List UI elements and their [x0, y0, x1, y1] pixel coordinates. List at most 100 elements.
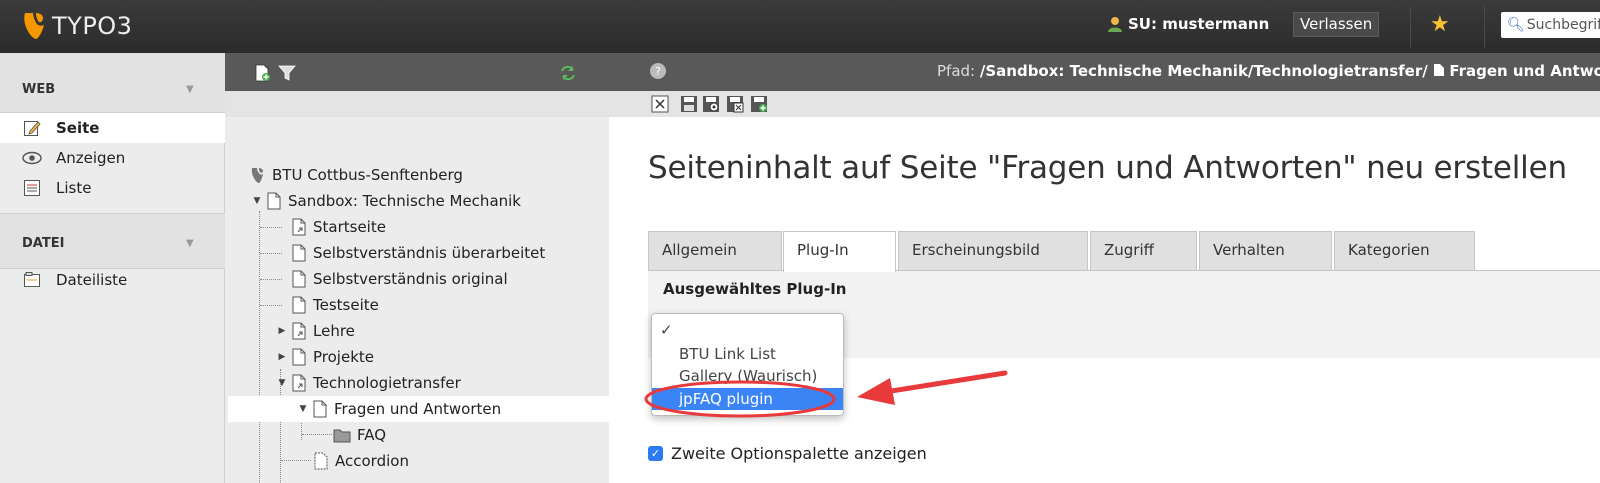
- save-close-icon[interactable]: [726, 95, 744, 113]
- module-item-label: Dateiliste: [56, 271, 128, 289]
- tree-node-label: Sandbox: Technische Mechanik: [288, 192, 521, 210]
- typo3-site-icon: [251, 168, 263, 183]
- dropdown-option[interactable]: Gallery (Waurisch): [652, 365, 843, 387]
- expand-arrow-icon[interactable]: ▼: [298, 404, 308, 414]
- new-page-icon[interactable]: [253, 64, 271, 82]
- filelist-icon: [22, 271, 42, 289]
- dropdown-option-highlighted[interactable]: jpFAQ plugin: [652, 388, 843, 410]
- tab-plug-in[interactable]: Plug-In: [783, 231, 896, 272]
- tree-node-label: Accordion: [335, 452, 409, 470]
- tree-guide-line: [301, 420, 302, 440]
- shortcut-page-icon: [292, 322, 306, 340]
- save-icon[interactable]: [680, 95, 698, 113]
- plugin-select-dropdown[interactable]: ✓ BTU Link List Gallery (Waurisch) jpFAQ…: [651, 313, 844, 416]
- page-tree-toolbar: [225, 53, 609, 91]
- tree-node[interactable]: Startseite: [291, 214, 386, 240]
- tree-guide-line: [259, 211, 260, 483]
- leave-button[interactable]: Verlassen: [1293, 12, 1380, 37]
- expand-arrow-icon[interactable]: ▼: [252, 196, 262, 206]
- page-edit-icon: [22, 119, 42, 137]
- breadcrumb: Pfad: /Sandbox: Technische Mechanik/Tech…: [937, 62, 1600, 80]
- tree-node-label: Projekte: [313, 348, 374, 366]
- tree-node-label: Lehre: [313, 322, 355, 340]
- module-menu: WEB ▼ Seite Anzeigen Liste DATEI ▼ Datei…: [0, 53, 225, 483]
- typo3-logo-icon: [24, 13, 44, 39]
- shortcut-page-icon: [292, 218, 306, 236]
- module-group-web[interactable]: WEB ▼: [0, 53, 225, 113]
- refresh-icon[interactable]: [559, 64, 577, 82]
- shortcut-page-icon: [292, 374, 306, 392]
- save-view-icon[interactable]: [702, 95, 720, 113]
- tab-erscheinungsbild[interactable]: Erscheinungsbild: [898, 231, 1088, 271]
- tree-guide-line: [260, 253, 282, 254]
- collapsed-arrow-icon[interactable]: ▶: [277, 326, 287, 336]
- expand-arrow-icon[interactable]: ▼: [277, 378, 287, 388]
- tree-node[interactable]: Selbstverständnis überarbeitet: [291, 240, 545, 266]
- page-tree-subbar: [225, 91, 609, 117]
- logo-text: TYPO3: [52, 12, 133, 40]
- tree-guide-line: [260, 279, 282, 280]
- dropdown-option[interactable]: BTU Link List: [652, 343, 843, 365]
- tree-node-label: Selbstverständnis original: [313, 270, 508, 288]
- tree-node-label: Testseite: [313, 296, 379, 314]
- bookmark-star-icon[interactable]: ★: [1430, 12, 1450, 38]
- tab-allgemein[interactable]: Allgemein: [648, 231, 782, 271]
- user-menu[interactable]: SU: mustermann: [1106, 15, 1269, 33]
- module-group-datei[interactable]: DATEI ▼: [0, 213, 225, 269]
- annotation-arrow-head: [857, 378, 895, 405]
- tree-node[interactable]: FAQ: [333, 422, 386, 448]
- tree-node-selected[interactable]: ▼ Fragen und Antworten: [228, 396, 609, 422]
- page-icon: [292, 270, 306, 288]
- user-icon: [1108, 17, 1122, 32]
- tree-node[interactable]: Testseite: [291, 292, 379, 318]
- folder-icon: [333, 429, 351, 443]
- search-icon: 🔍︎: [1507, 17, 1525, 33]
- tree-node[interactable]: ▶ Projekte: [277, 344, 374, 370]
- tree-node[interactable]: ▼ Sandbox: Technische Mechanik: [252, 188, 521, 214]
- tree-node-label: Technologietransfer: [313, 374, 461, 392]
- second-options-row[interactable]: ✓ Zweite Optionspalette anzeigen: [648, 444, 927, 463]
- eye-icon: [22, 149, 42, 167]
- tree-node[interactable]: Selbstverständnis original: [291, 266, 508, 292]
- annotation-arrow-line: [882, 370, 1008, 395]
- tree-node-label: Startseite: [313, 218, 386, 236]
- close-icon[interactable]: [651, 95, 669, 113]
- page-title: Seiteninhalt auf Seite "Fragen und Antwo…: [648, 150, 1567, 186]
- path-value[interactable]: /Sandbox: Technische Mechanik/Technologi…: [980, 62, 1428, 80]
- save-new-icon[interactable]: [750, 95, 768, 113]
- search-input[interactable]: 🔍︎ Suchbegriff: [1501, 12, 1600, 38]
- collapse-arrow-icon[interactable]: ▼: [186, 84, 194, 95]
- tab-zugriff[interactable]: Zugriff: [1090, 231, 1197, 271]
- tree-guide-line: [260, 227, 282, 228]
- tree-guide-line: [302, 434, 332, 435]
- dropdown-option-empty[interactable]: ✓: [652, 319, 843, 341]
- tab-kategorien[interactable]: Kategorien: [1334, 231, 1475, 271]
- tab-verhalten[interactable]: Verhalten: [1199, 231, 1332, 271]
- tree-node-label: BTU Cottbus-Senftenberg: [272, 166, 463, 184]
- collapse-arrow-icon[interactable]: ▼: [186, 238, 194, 249]
- filter-icon[interactable]: [278, 64, 296, 82]
- search-placeholder: Suchbegriff: [1526, 17, 1600, 33]
- svg-text:?: ?: [655, 65, 661, 78]
- tree-root[interactable]: BTU Cottbus-Senftenberg: [250, 162, 463, 188]
- tree-node[interactable]: Accordion: [313, 448, 409, 474]
- module-item-dateiliste[interactable]: Dateiliste: [0, 265, 225, 295]
- typo3-logo[interactable]: TYPO3: [22, 10, 132, 42]
- collapsed-arrow-icon[interactable]: ▶: [277, 352, 287, 362]
- page-name: Fragen und Antworten: [1449, 62, 1600, 80]
- topbar-divider: [1484, 6, 1485, 48]
- page-icon: [267, 192, 281, 210]
- help-icon[interactable]: ?: [649, 62, 667, 80]
- tree-node[interactable]: ▼ Technologietransfer: [277, 370, 461, 396]
- module-item-seite[interactable]: Seite: [0, 113, 225, 143]
- module-item-anzeigen[interactable]: Anzeigen: [0, 143, 225, 173]
- module-group-label: WEB: [22, 82, 56, 97]
- module-item-liste[interactable]: Liste: [0, 173, 225, 203]
- checkbox-checked[interactable]: ✓: [648, 446, 663, 461]
- page-icon: [313, 400, 327, 418]
- module-item-label: Seite: [56, 119, 100, 137]
- tree-node[interactable]: ▶ Lehre: [277, 318, 355, 344]
- path-label: Pfad:: [937, 62, 976, 80]
- top-bar: TYPO3 SU: mustermann Verlassen ★ 🔍︎ Such…: [0, 0, 1600, 53]
- field-label: Ausgewähltes Plug-In: [663, 280, 847, 298]
